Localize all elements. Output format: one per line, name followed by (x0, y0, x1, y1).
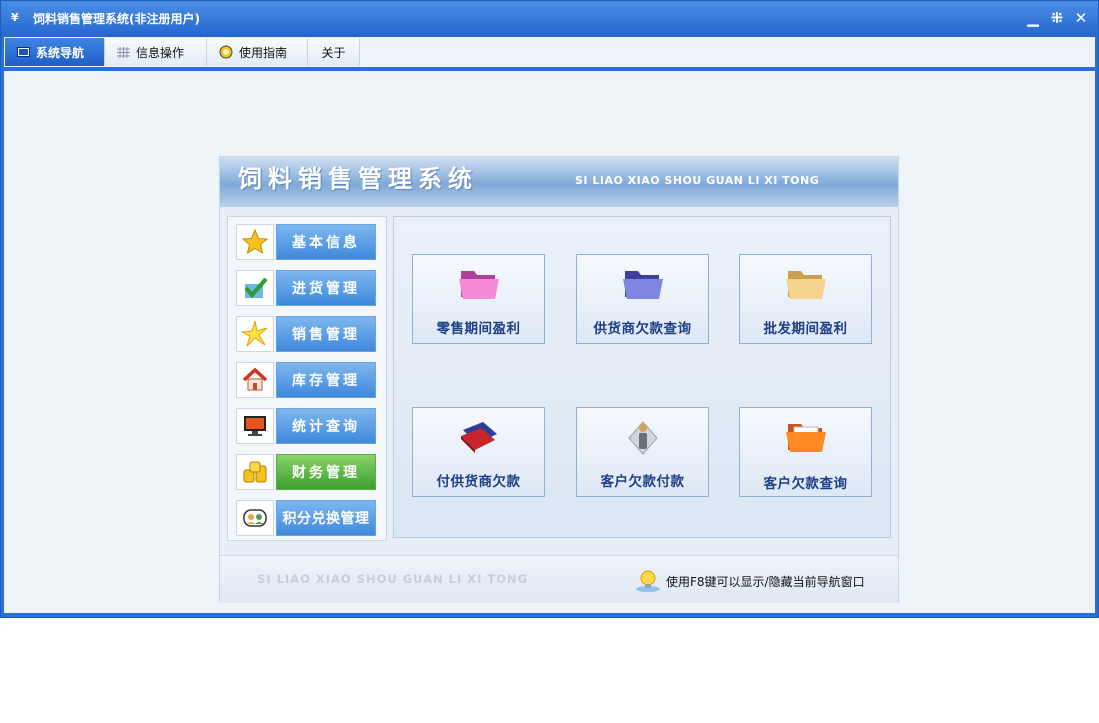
menu-label: 使用指南 (239, 45, 288, 60)
card-wholesale-profit[interactable]: 批发期间盈利 (739, 254, 872, 344)
navigation-panel: 饲料销售管理系统 SI LIAO XIAO SHOU GUAN LI XI TO… (219, 156, 899, 603)
sidebar-item-label: 统计查询 (276, 408, 376, 444)
minimize-icon[interactable]: ▁ (1024, 9, 1042, 27)
star-icon (241, 228, 269, 255)
side-icon-box (236, 362, 274, 398)
app-logo-icon: ¥ (11, 11, 19, 24)
menu-bar: 系统导航 信息操作 使用指南 关于 (4, 37, 1095, 71)
panel-title: 饲料销售管理系统 (238, 165, 478, 193)
folder-orange-icon (786, 424, 826, 452)
card-customer-debt-query[interactable]: 客户欠款查询 (739, 407, 872, 497)
card-label: 付供货商欠款 (436, 474, 521, 490)
coins-icon (243, 461, 267, 483)
folder-pink-icon (459, 271, 499, 299)
help-circle-icon (219, 45, 233, 59)
books-icon (461, 422, 497, 453)
folder-purple-icon (623, 271, 663, 299)
card-customer-debt-payment[interactable]: 客户欠款付款 (576, 407, 709, 497)
function-grid: 零售期间盈利 供货商欠款查询 批发期间盈利 付供货商欠款 客户欠款付款 客户欠款… (393, 216, 891, 538)
sidebar-item-statistics[interactable]: 统计查询 (236, 408, 376, 444)
card-retail-profit[interactable]: 零售期间盈利 (412, 254, 545, 344)
side-icon-box (236, 408, 274, 444)
sidebar-item-label: 财务管理 (276, 454, 376, 490)
sidebar-item-inventory[interactable]: 库存管理 (236, 362, 376, 398)
monitor-icon (17, 46, 30, 57)
sidebar-item-basic-info[interactable]: 基本信息 (236, 224, 376, 260)
card-supplier-debt-query[interactable]: 供货商欠款查询 (576, 254, 709, 344)
menu-user-guide[interactable]: 使用指南 (207, 38, 308, 66)
card-label: 客户欠款付款 (600, 474, 685, 490)
sidebar-item-sales[interactable]: 销售管理 (236, 316, 376, 352)
person-icon (628, 421, 658, 455)
sidebar-item-purchase[interactable]: 进货管理 (236, 270, 376, 306)
card-label: 批发期间盈利 (763, 321, 848, 337)
panel-subtitle: SI LIAO XIAO SHOU GUAN LI XI TONG (575, 174, 820, 187)
sidebar-item-label: 积分兑换管理 (276, 500, 376, 536)
card-label: 客户欠款查询 (763, 476, 848, 492)
menu-info-ops[interactable]: 信息操作 (105, 38, 207, 66)
footer-tip: 使用F8键可以显示/隐藏当前导航窗口 (634, 569, 865, 593)
restore-icon[interactable]: ⁜ (1048, 9, 1066, 27)
menu-system-nav[interactable]: 系统导航 (5, 38, 105, 66)
sidebar: 基本信息 进货管理 销售管理 库存管理 统计查询 财务管理 积分兑换管理 (227, 216, 387, 541)
card-pay-supplier-debt[interactable]: 付供货商欠款 (412, 407, 545, 497)
monitor-icon (244, 416, 266, 436)
side-icon-box (236, 270, 274, 306)
menu-label: 信息操作 (136, 45, 185, 60)
people-icon (243, 509, 267, 527)
footer-brand: SI LIAO XIAO SHOU GUAN LI XI TONG (257, 572, 529, 586)
card-label: 零售期间盈利 (436, 321, 521, 337)
panel-header: 饲料销售管理系统 SI LIAO XIAO SHOU GUAN LI XI TO… (220, 157, 898, 207)
side-icon-box (236, 224, 274, 260)
footer-tip-text: 使用F8键可以显示/隐藏当前导航窗口 (666, 574, 865, 589)
app-window: ¥ 饲料销售管理系统(非注册用户) ▁ ⁜ ✕ 系统导航 信息操作 使用指南 关… (0, 0, 1099, 618)
folder-yellow-icon (786, 271, 826, 299)
side-icon-box (236, 500, 274, 536)
content-area: 饲料销售管理系统 SI LIAO XIAO SHOU GUAN LI XI TO… (4, 71, 1095, 613)
menu-about[interactable]: 关于 (308, 38, 360, 66)
close-icon[interactable]: ✕ (1072, 9, 1090, 27)
window-title: 饲料销售管理系统(非注册用户) (33, 12, 200, 26)
card-label: 供货商欠款查询 (593, 321, 692, 337)
house-icon (242, 367, 268, 391)
sidebar-item-label: 基本信息 (276, 224, 376, 260)
sparkle-icon (241, 320, 268, 347)
sidebar-item-finance[interactable]: 财务管理 (236, 454, 376, 490)
side-icon-box (236, 454, 274, 490)
grid-icon (117, 46, 130, 58)
sidebar-item-points-exchange[interactable]: 积分兑换管理 (236, 500, 376, 536)
side-icon-box (236, 316, 274, 352)
title-bar[interactable]: ¥ 饲料销售管理系统(非注册用户) ▁ ⁜ ✕ (1, 1, 1098, 37)
window-controls: ▁ ⁜ ✕ (1024, 9, 1090, 27)
sidebar-item-label: 库存管理 (276, 362, 376, 398)
panel-footer: SI LIAO XIAO SHOU GUAN LI XI TONG 使用F8键可… (220, 555, 898, 603)
menu-label: 关于 (321, 45, 346, 60)
check-icon (244, 277, 268, 299)
lightbulb-icon (636, 570, 660, 592)
menu-label: 系统导航 (36, 45, 85, 60)
sidebar-item-label: 销售管理 (276, 316, 376, 352)
sidebar-item-label: 进货管理 (276, 270, 376, 306)
